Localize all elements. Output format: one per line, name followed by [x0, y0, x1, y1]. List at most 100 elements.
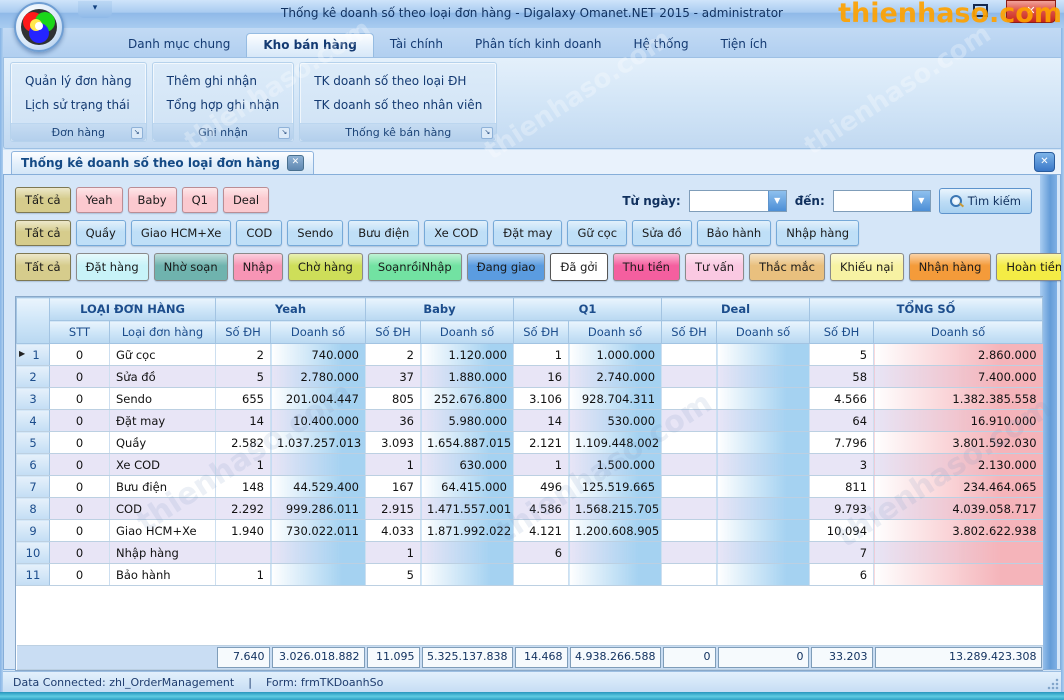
ribbon-button-tk-doanh-so-theo-nhan-vien[interactable]: TK doanh số theo nhân viên — [310, 96, 486, 114]
cell-revenue[interactable]: 740.000 — [271, 344, 366, 366]
cell-order-count[interactable]: 58 — [810, 366, 874, 388]
cell-order-count[interactable] — [662, 432, 717, 454]
cell-order-count[interactable]: 4.033 — [366, 520, 421, 542]
menu-tab-tai-chinh[interactable]: Tài chính — [374, 33, 459, 57]
ribbon-button-quan-ly-don-hang[interactable]: Quản lý đơn hàng — [21, 72, 136, 90]
date-from-combo[interactable]: ▼ — [689, 190, 787, 212]
menu-tab-danh-muc-chung[interactable]: Danh mục chung — [112, 33, 246, 57]
cell-revenue[interactable]: 928.704.311 — [569, 388, 662, 410]
dialog-launcher-icon[interactable]: ↘ — [481, 127, 493, 139]
tab-close-icon[interactable]: ✕ — [287, 155, 304, 171]
cell-stt[interactable]: 0 — [50, 498, 110, 520]
cell-revenue[interactable] — [569, 542, 662, 564]
cell-order-count[interactable]: 36 — [366, 410, 421, 432]
cell-order-count[interactable]: 10.094 — [810, 520, 874, 542]
cell-revenue[interactable]: 2.780.000 — [271, 366, 366, 388]
cell-order-count[interactable] — [216, 542, 271, 564]
cell-order-count[interactable]: 1 — [216, 454, 271, 476]
cell-stt[interactable]: 0 — [50, 410, 110, 432]
ribbon-button-them-ghi-nhan[interactable]: Thêm ghi nhận — [163, 72, 284, 90]
cell-order-count[interactable]: 64 — [810, 410, 874, 432]
cell-revenue[interactable]: 2.130.000 — [874, 454, 1043, 476]
cell-order-count[interactable] — [662, 454, 717, 476]
cell-stt[interactable]: 0 — [50, 454, 110, 476]
cell-revenue[interactable]: 44.529.400 — [271, 476, 366, 498]
cell-order-count[interactable] — [662, 344, 717, 366]
row-indicator[interactable]: 2 — [17, 366, 50, 388]
cell-stt[interactable]: 0 — [50, 366, 110, 388]
cell-order-count[interactable]: 2.582 — [216, 432, 271, 454]
cell-order-count[interactable]: 5 — [366, 564, 421, 586]
status-filter-da-goi[interactable]: Đã gởi — [550, 253, 607, 281]
cell-order-count[interactable]: 6 — [810, 564, 874, 586]
cell-order-count[interactable]: 148 — [216, 476, 271, 498]
table-row[interactable]: 40Đặt may1410.400.000365.980.00014530.00… — [17, 410, 1043, 432]
brand-filter-deal[interactable]: Deal — [223, 187, 269, 213]
status-filter-nho-soan[interactable]: Nhờ soạn — [154, 253, 228, 281]
document-tab[interactable]: Thống kê doanh số theo loại đơn hàng ✕ — [11, 151, 314, 174]
cell-revenue[interactable]: 1.109.448.002 — [569, 432, 662, 454]
app-logo-icon[interactable] — [14, 2, 64, 52]
table-row[interactable]: 30Sendo655201.004.447805252.676.8003.106… — [17, 388, 1043, 410]
brand-filter-yeah[interactable]: Yeah — [76, 187, 123, 213]
cell-order-count[interactable]: 1.940 — [216, 520, 271, 542]
table-row[interactable]: 50Quầy2.5821.037.257.0133.0931.654.887.0… — [17, 432, 1043, 454]
chevron-down-icon[interactable]: ▼ — [912, 191, 930, 211]
cell-revenue[interactable] — [271, 542, 366, 564]
status-filter-khieu-nai[interactable]: Khiếu nại — [830, 253, 904, 281]
row-indicator[interactable]: 11 — [17, 564, 50, 586]
cell-order-count[interactable]: 5 — [216, 366, 271, 388]
menu-tab-kho-ban-hang[interactable]: Kho bán hàng — [246, 33, 373, 57]
cell-revenue[interactable]: 1.200.608.905 — [569, 520, 662, 542]
ordertype-filter-bao-hanh[interactable]: Bảo hành — [697, 220, 772, 246]
cell-order-count[interactable]: 2.292 — [216, 498, 271, 520]
search-button[interactable]: Tìm kiếm — [939, 188, 1032, 214]
resize-grip[interactable] — [1047, 678, 1059, 690]
cell-order-type[interactable]: Đặt may — [110, 410, 216, 432]
cell-order-count[interactable]: 2.915 — [366, 498, 421, 520]
cell-revenue[interactable] — [271, 564, 366, 586]
cell-revenue[interactable]: 7.400.000 — [874, 366, 1043, 388]
cell-order-type[interactable]: Xe COD — [110, 454, 216, 476]
cell-order-count[interactable]: 16 — [514, 366, 569, 388]
cell-order-type[interactable]: Sendo — [110, 388, 216, 410]
cell-order-count[interactable] — [662, 520, 717, 542]
brand-filter-baby[interactable]: Baby — [128, 187, 177, 213]
cell-order-count[interactable] — [662, 410, 717, 432]
cell-order-count[interactable]: 7 — [810, 542, 874, 564]
cell-order-count[interactable] — [662, 476, 717, 498]
cell-revenue[interactable]: 5.980.000 — [421, 410, 514, 432]
cell-revenue[interactable] — [717, 520, 810, 542]
cell-revenue[interactable] — [271, 454, 366, 476]
cell-order-count[interactable] — [662, 366, 717, 388]
status-filter-dat-hang[interactable]: Đặt hàng — [76, 253, 149, 281]
cell-revenue[interactable] — [874, 564, 1043, 586]
row-indicator[interactable]: 8 — [17, 498, 50, 520]
cell-revenue[interactable]: 64.415.000 — [421, 476, 514, 498]
cell-order-count[interactable]: 4.566 — [810, 388, 874, 410]
cell-revenue[interactable]: 999.286.011 — [271, 498, 366, 520]
ordertype-filter-dat-may[interactable]: Đặt may — [493, 220, 562, 246]
cell-revenue[interactable]: 10.400.000 — [271, 410, 366, 432]
row-indicator[interactable]: 3 — [17, 388, 50, 410]
cell-order-type[interactable]: Bưu điện — [110, 476, 216, 498]
cell-revenue[interactable]: 730.022.011 — [271, 520, 366, 542]
ordertype-filter-xe-cod[interactable]: Xe COD — [424, 220, 488, 246]
table-row[interactable]: 20Sửa đồ52.780.000371.880.000162.740.000… — [17, 366, 1043, 388]
status-filter-nhan-hang[interactable]: Nhận hàng — [909, 253, 992, 281]
ordertype-filter-gu-coc[interactable]: Gữ cọc — [567, 220, 627, 246]
table-row[interactable]: 60Xe COD11630.00011.500.00032.130.000 — [17, 454, 1043, 476]
status-filter-dang-giao[interactable]: Đang giao — [467, 253, 546, 281]
cell-revenue[interactable] — [717, 366, 810, 388]
cell-revenue[interactable] — [717, 432, 810, 454]
cell-revenue[interactable]: 2.740.000 — [569, 366, 662, 388]
cell-order-count[interactable]: 6 — [514, 542, 569, 564]
cell-order-count[interactable]: 167 — [366, 476, 421, 498]
cell-stt[interactable]: 0 — [50, 388, 110, 410]
close-document-button[interactable]: ✕ — [1034, 152, 1055, 172]
dialog-launcher-icon[interactable]: ↘ — [278, 127, 290, 139]
cell-order-count[interactable]: 655 — [216, 388, 271, 410]
cell-revenue[interactable]: 2.860.000 — [874, 344, 1043, 366]
cell-revenue[interactable]: 125.519.665 — [569, 476, 662, 498]
cell-order-count[interactable] — [662, 498, 717, 520]
